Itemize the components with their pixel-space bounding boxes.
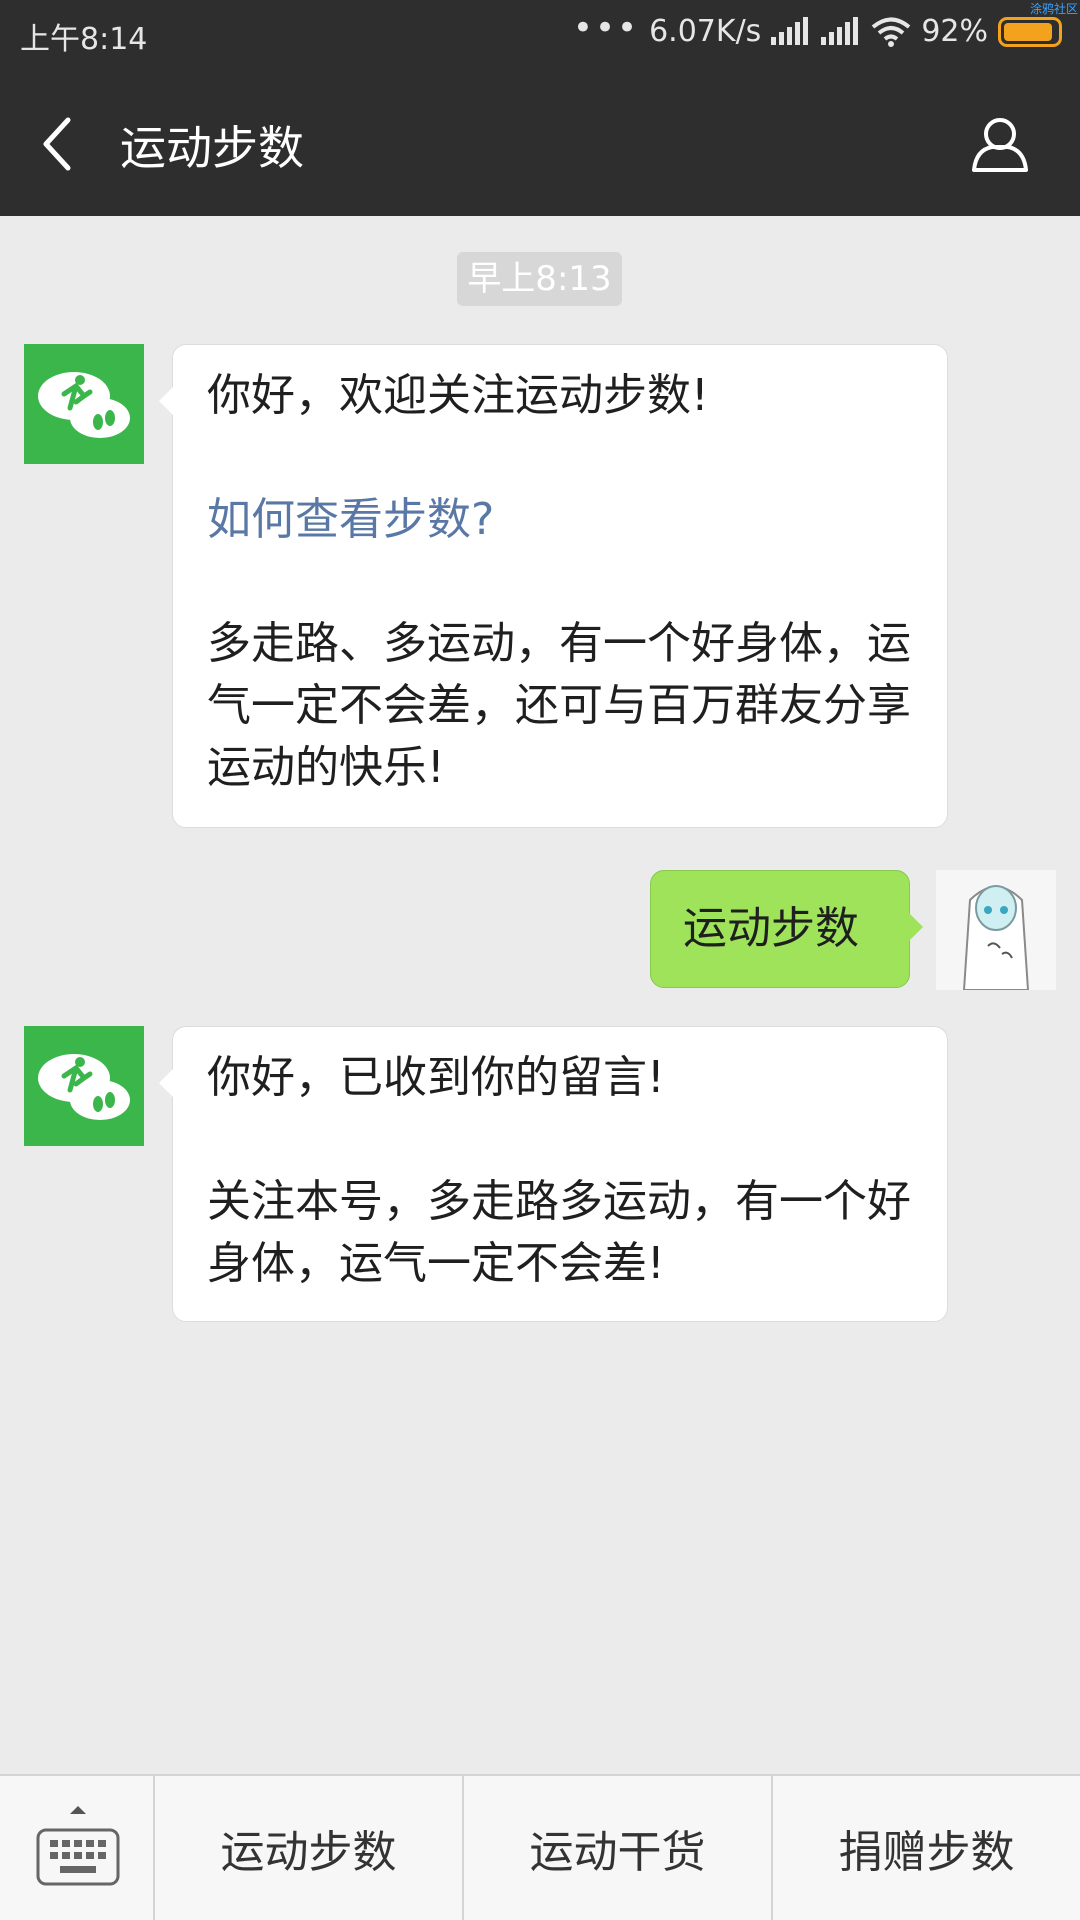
wifi-icon	[872, 17, 911, 47]
menu-tips-button[interactable]: 运动干货	[464, 1776, 773, 1920]
back-arrow-icon[interactable]	[38, 114, 78, 174]
person-icon[interactable]	[970, 114, 1030, 174]
menu-steps-button[interactable]: 运动步数	[155, 1776, 464, 1920]
how-to-view-steps-link[interactable]: 如何查看步数?	[207, 489, 913, 551]
account-avatar[interactable]	[24, 1026, 144, 1146]
user-avatar[interactable]	[936, 870, 1056, 990]
signal-icon	[771, 16, 811, 47]
message-text: 你好，欢迎关注运动步数!	[207, 370, 709, 421]
chat-area[interactable]: 早上8:13 你好，欢迎关注运动步数! 如何查看步数? 多走路、多运动，有一个好…	[0, 216, 1080, 1774]
signal-icon	[821, 16, 861, 47]
battery-percent: 92%	[921, 14, 988, 49]
network-speed: 6.07K/s	[649, 14, 762, 49]
message-text: 多走路、多运动，有一个好身体，运气一定不会差，还可与百万群友分享运动的快乐!	[207, 618, 911, 793]
battery-icon	[998, 16, 1062, 47]
menu-donate-button[interactable]: 捐赠步数	[773, 1776, 1080, 1920]
status-indicators: ••• 6.07K/s 92%	[572, 7, 1062, 49]
anime-avatar-icon	[936, 870, 1056, 990]
message-text: 你好，已收到你的留言!	[207, 1052, 665, 1103]
account-avatar[interactable]	[24, 344, 144, 464]
status-time: 上午8:14	[20, 22, 148, 57]
running-feet-logo-icon	[38, 1054, 130, 1120]
my-message-text: 运动步数	[683, 903, 859, 954]
message-text: 关注本号，多走路多运动，有一个好身体，运气一定不会差!	[207, 1176, 911, 1289]
page-title: 运动步数	[120, 121, 304, 175]
status-bar: 上午8:14 涂鸦社区 ••• 6.07K/s 92%	[0, 0, 1080, 70]
more-dots-icon: •••	[572, 7, 640, 48]
message-bubble[interactable]: 你好，欢迎关注运动步数! 如何查看步数? 多走路、多运动，有一个好身体，运气一定…	[159, 344, 948, 828]
keyboard-toggle-button[interactable]	[0, 1776, 155, 1920]
message-timestamp: 早上8:13	[457, 252, 622, 306]
message-bubble[interactable]: 你好，已收到你的留言! 关注本号，多走路多运动，有一个好身体，运气一定不会差!	[159, 1026, 948, 1322]
bottom-menu-bar: 运动步数 运动干货 捐赠步数	[0, 1774, 1080, 1920]
my-message-bubble[interactable]: 运动步数	[650, 870, 923, 988]
running-feet-logo-icon	[38, 372, 130, 438]
nav-bar: 运动步数	[0, 70, 1080, 216]
keyboard-icon	[36, 1806, 120, 1886]
